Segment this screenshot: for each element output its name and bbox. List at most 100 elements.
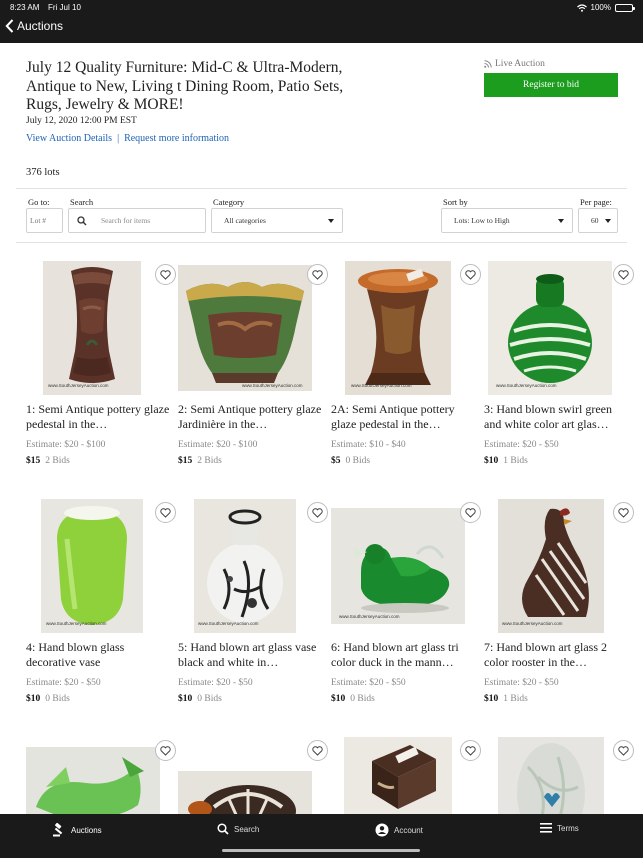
lot-card[interactable]: www.SouthJerseyAuction.com 1: Semi Antiq… — [26, 261, 179, 491]
glass-egg-image — [517, 743, 585, 814]
green-glass-bird-image — [36, 757, 144, 814]
lot-image[interactable]: www.SouthJerseyAuction.com — [484, 499, 637, 634]
lot-title[interactable]: 2: Semi Antique pottery glaze Jardinière… — [178, 402, 326, 432]
lot-price: $10 — [178, 694, 193, 704]
lot-title[interactable]: 7: Hand blown art glass 2 color rooster … — [484, 640, 632, 670]
favorite-heart-icon[interactable] — [613, 740, 634, 761]
lot-price: $15 — [26, 456, 41, 466]
lot-image[interactable]: www.SouthJerseyAuction.com — [26, 499, 179, 634]
auction-date: July 12, 2020 12:00 PM EST — [26, 116, 137, 126]
live-auction-text: Live Auction — [495, 59, 545, 69]
pottery-jardiniere-image — [186, 282, 304, 383]
green-glass-vase-image — [57, 506, 127, 625]
list-icon — [540, 823, 552, 833]
lot-card[interactable] — [178, 737, 331, 814]
favorite-heart-icon[interactable] — [460, 502, 481, 523]
back-label: Auctions — [17, 19, 64, 33]
auction-title: July 12 Quality Furniture: Mid-C & Ultra… — [26, 59, 344, 114]
lot-image[interactable]: www.SouthJerseyAuction.com — [331, 261, 484, 396]
view-details-link[interactable]: View Auction Details — [26, 133, 112, 144]
status-bar: 8:23 AM Fri Jul 10 100% — [10, 3, 635, 15]
lot-card[interactable] — [331, 737, 484, 814]
lot-bid-info: $15 2 Bids — [178, 456, 222, 466]
lot-card[interactable]: www.SouthJerseyAuction.com 6: Hand blown… — [331, 499, 484, 729]
lot-image[interactable]: www.SouthJerseyAuction.com — [331, 499, 484, 634]
tab-account-label: Account — [394, 825, 423, 835]
sort-select[interactable]: Lots: Low to High — [441, 208, 573, 233]
lot-estimate: Estimate: $20 - $50 — [26, 678, 101, 688]
lot-estimate: Estimate: $20 - $50 — [484, 678, 559, 688]
search-field[interactable]: Search for items — [68, 208, 206, 233]
favorite-heart-icon[interactable] — [460, 740, 481, 761]
lot-bids: 0 Bids — [45, 694, 70, 704]
favorite-heart-icon[interactable] — [155, 264, 176, 285]
favorite-heart-icon[interactable] — [307, 740, 328, 761]
lot-card[interactable]: www.SouthJerseyAuction.com 2A: Semi Anti… — [331, 261, 484, 491]
lot-image[interactable]: www.SouthJerseyAuction.com — [178, 499, 331, 634]
lot-photo — [194, 499, 296, 633]
lot-photo — [498, 737, 604, 814]
per-page-select[interactable]: 60 — [578, 208, 618, 233]
lot-photo — [488, 261, 612, 395]
favorite-heart-icon[interactable] — [613, 502, 634, 523]
glass-duck-image — [353, 544, 450, 613]
lot-title[interactable]: 1: Semi Antique pottery glaze pedestal i… — [26, 402, 174, 432]
lot-card[interactable]: www.SouthJerseyAuction.com 3: Hand blown… — [484, 261, 637, 491]
back-button[interactable]: Auctions — [5, 19, 63, 33]
pottery-pedestal-image — [358, 268, 438, 385]
watermark: www.SouthJerseyAuction.com — [339, 614, 400, 619]
heart-icon — [465, 745, 476, 756]
watermark: www.SouthJerseyAuction.com — [48, 383, 109, 388]
lot-card[interactable] — [26, 737, 179, 814]
lot-bids: 0 Bids — [197, 694, 222, 704]
favorite-heart-icon[interactable] — [613, 264, 634, 285]
lot-photo — [41, 499, 143, 633]
per-page-label: Per page: — [580, 197, 612, 207]
tab-terms[interactable]: Terms — [540, 823, 579, 833]
lot-bid-info: $10 0 Bids — [331, 694, 375, 704]
favorite-heart-icon[interactable] — [155, 740, 176, 761]
tab-account[interactable]: Account — [375, 823, 423, 837]
live-auction-label: Live Auction — [484, 59, 545, 69]
favorite-heart-icon[interactable] — [307, 502, 328, 523]
category-select[interactable]: All categories — [211, 208, 343, 233]
black-white-vase-image — [207, 509, 283, 623]
lot-card[interactable]: www.SouthJerseyAuction.com 2: Semi Antiq… — [178, 261, 331, 491]
watermark: www.SouthJerseyAuction.com — [496, 383, 557, 388]
lot-card[interactable]: www.SouthJerseyAuction.com 7: Hand blown… — [484, 499, 637, 729]
register-button[interactable]: Register to bid — [484, 73, 618, 97]
pottery-pedestal-image — [69, 267, 115, 383]
lot-card[interactable] — [484, 737, 637, 814]
search-icon — [217, 823, 229, 835]
heart-icon — [618, 269, 629, 280]
category-label: Category — [213, 197, 245, 207]
favorite-heart-icon[interactable] — [307, 264, 328, 285]
lot-title[interactable]: 4: Hand blown glass decorative vase — [26, 640, 174, 670]
lot-title[interactable]: 3: Hand blown swirl green and white colo… — [484, 402, 632, 432]
lot-estimate: Estimate: $20 - $100 — [178, 440, 258, 450]
heart-icon — [160, 269, 171, 280]
lot-estimate: Estimate: $20 - $50 — [178, 678, 253, 688]
glass-rooster-image — [522, 508, 589, 617]
lot-number-input[interactable] — [26, 208, 63, 233]
lot-photo — [498, 499, 604, 633]
lot-card[interactable]: www.SouthJerseyAuction.com 5: Hand blown… — [178, 499, 331, 729]
lot-bids: 0 Bids — [345, 456, 371, 466]
lot-title[interactable]: 5: Hand blown art glass vase black and w… — [178, 640, 326, 670]
lot-price: $10 — [484, 456, 499, 466]
lot-title[interactable]: 6: Hand blown art glass tri color duck i… — [331, 640, 479, 670]
caret-down-icon — [558, 219, 564, 223]
lot-image[interactable]: www.SouthJerseyAuction.com — [178, 261, 331, 396]
favorite-heart-icon[interactable] — [460, 264, 481, 285]
tab-auctions[interactable]: Auctions — [52, 823, 102, 837]
lot-bid-info: $10 1 Bids — [484, 694, 528, 704]
favorite-heart-icon[interactable] — [155, 502, 176, 523]
lot-estimate: Estimate: $20 - $50 — [331, 678, 406, 688]
lot-image[interactable]: www.SouthJerseyAuction.com — [484, 261, 637, 396]
lot-title[interactable]: 2A: Semi Antique pottery glaze pedestal … — [331, 402, 479, 432]
lot-card[interactable]: www.SouthJerseyAuction.com 4: Hand blown… — [26, 499, 179, 729]
divider — [16, 188, 627, 189]
tab-search[interactable]: Search — [217, 823, 259, 835]
lot-image[interactable]: www.SouthJerseyAuction.com — [26, 261, 179, 396]
request-info-link[interactable]: Request more information — [124, 133, 229, 144]
